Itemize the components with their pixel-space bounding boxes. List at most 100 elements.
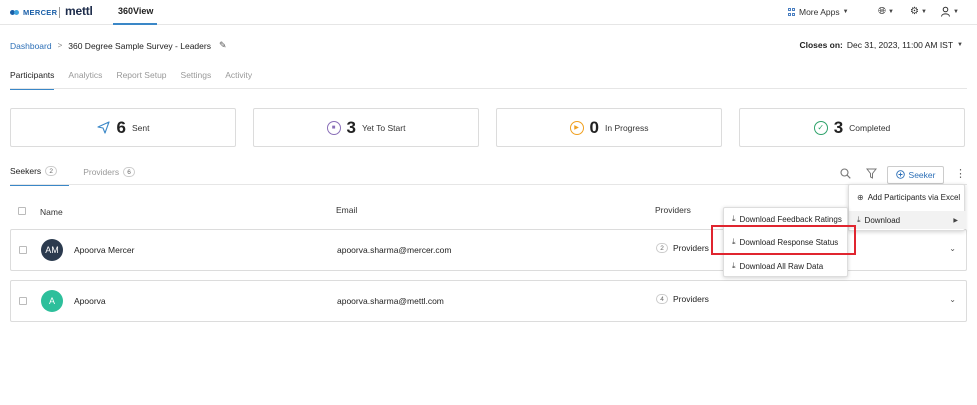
chevron-down-icon: ▼ <box>957 42 963 48</box>
subtab-seekers-label: Seekers <box>10 166 42 176</box>
stat-in-progress-count: 0 <box>589 117 599 137</box>
main-tabs: Participants Analytics Report Setup Sett… <box>10 70 252 90</box>
tab-participants[interactable]: Participants <box>10 70 55 90</box>
mercer-logo-text: MERCER <box>23 8 58 17</box>
chevron-down-icon: ▼ <box>842 9 849 15</box>
subtab-providers[interactable]: Providers 6 <box>83 166 136 186</box>
stat-completed-label: Completed <box>849 122 891 133</box>
chevron-down-icon: ▼ <box>953 8 959 15</box>
stat-card-yet-to-start: ■ 3 Yet To Start <box>253 108 479 147</box>
more-apps-label: More Apps <box>799 7 840 17</box>
download-label: Download <box>864 215 901 225</box>
avatar: A <box>41 290 63 312</box>
tab-activity[interactable]: Activity <box>225 70 252 90</box>
stat-sent-label: Sent <box>131 122 150 133</box>
chevron-right-icon: ▶ <box>953 217 958 224</box>
settings-button[interactable]: ⚙ ▼ <box>910 6 927 17</box>
column-header-name[interactable]: Name <box>40 207 63 217</box>
filter-icon[interactable] <box>865 168 878 182</box>
stat-card-in-progress: ▶ 0 In Progress <box>496 108 722 147</box>
breadcrumb-separator: > <box>57 41 63 50</box>
add-participants-excel-label: Add Participants via Excel <box>867 192 961 202</box>
download-raw-data-item[interactable]: ⤓ Download All Raw Data <box>724 257 849 275</box>
user-menu-button[interactable]: ▼ <box>940 6 959 17</box>
seeker-name: Apoorva Mercer <box>74 245 135 255</box>
logo-divider <box>59 7 60 18</box>
language-button[interactable]: 🌐︎ ▼ <box>878 6 894 17</box>
plus-circle-icon: ⊕ <box>857 192 864 202</box>
providers-count-badge: 6 <box>123 167 136 177</box>
mercer-logo-mark-icon <box>10 9 20 16</box>
app-name-tab[interactable]: 360View <box>118 6 153 16</box>
stat-sent-count: 6 <box>116 117 126 137</box>
breadcrumb: Dashboard > 360 Degree Sample Survey - L… <box>10 40 227 51</box>
participant-subtabs: Seekers 2 Providers 6 <box>10 166 136 186</box>
app-name-underline <box>113 23 157 25</box>
column-header-providers[interactable]: Providers <box>655 205 691 215</box>
closes-on-value: Dec 31, 2023, 11:00 AM IST <box>846 40 954 50</box>
closes-on-label: Closes on: <box>799 40 843 50</box>
tab-report-setup[interactable]: Report Setup <box>116 70 166 90</box>
providers-cell[interactable]: 2 Providers <box>656 243 709 253</box>
stat-completed-count: 3 <box>833 117 844 137</box>
provider-count-badge: 2 <box>656 243 668 253</box>
avatar: AM <box>41 239 63 261</box>
chevron-down-icon[interactable]: ⌄ <box>949 295 956 304</box>
mercer-logo: MERCER <box>10 8 57 17</box>
stat-card-sent: 6 Sent <box>10 108 236 147</box>
send-icon <box>97 121 111 135</box>
row-checkbox[interactable] <box>19 246 27 254</box>
tab-analytics[interactable]: Analytics <box>68 70 102 90</box>
pause-icon: ■ <box>326 120 341 135</box>
check-icon: ✓ <box>813 120 828 135</box>
tabs-divider <box>10 88 967 89</box>
stat-yet-to-start-label: Yet To Start <box>361 122 406 133</box>
download-raw-data-label: Download All Raw Data <box>739 261 824 271</box>
stat-card-completed: ✓ 3 Completed <box>739 108 965 147</box>
play-icon: ▶ <box>569 120 584 135</box>
chevron-down-icon: ▼ <box>888 8 894 15</box>
chevron-down-icon: ▼ <box>920 8 927 15</box>
closes-on-selector[interactable]: Closes on: Dec 31, 2023, 11:00 AM IST ▼ <box>799 40 963 50</box>
breadcrumb-dashboard-link[interactable]: Dashboard <box>10 41 52 51</box>
download-icon: ⤓ <box>857 215 861 224</box>
more-options-icon[interactable]: ⋮ <box>955 167 966 180</box>
mettl-logo: mettl <box>65 4 93 18</box>
globe-icon: 🌐︎ <box>878 6 886 17</box>
gear-icon: ⚙ <box>910 6 919 17</box>
provider-label: Providers <box>673 243 709 253</box>
survey-title: 360 Degree Sample Survey - Leaders <box>68 40 211 51</box>
add-participants-excel-item[interactable]: ⊕ Add Participants via Excel <box>849 188 966 206</box>
stat-yet-to-start-count: 3 <box>346 117 356 137</box>
download-feedback-ratings-label: Download Feedback Ratings <box>739 214 842 224</box>
subtab-seekers[interactable]: Seekers 2 <box>10 166 70 186</box>
row-checkbox[interactable] <box>19 297 27 305</box>
more-options-menu: ⊕ Add Participants via Excel ⤓ Download … <box>848 184 966 231</box>
seeker-email: apoorva.sharma@mercer.com <box>337 245 452 255</box>
chevron-down-icon[interactable]: ⌄ <box>949 244 956 253</box>
top-bar: MERCER mettl 360View More Apps ▼ 🌐︎ ▼ ⚙ ▼ … <box>0 0 977 25</box>
seekers-count-badge: 2 <box>45 166 58 176</box>
annotation-highlight-box <box>711 225 856 255</box>
add-seeker-button[interactable]: Seeker <box>887 166 944 184</box>
more-apps-button[interactable]: More Apps ▼ <box>788 7 849 17</box>
search-icon[interactable] <box>840 168 851 182</box>
download-icon: ⤓ <box>732 261 736 270</box>
seeker-email: apoorva.sharma@mettl.com <box>337 296 444 306</box>
provider-count-badge: 4 <box>656 294 668 304</box>
apps-grid-icon <box>788 8 796 16</box>
subtabs-divider <box>10 184 967 185</box>
table-row[interactable]: A Apoorva apoorva.sharma@mettl.com 4 Pro… <box>10 280 967 322</box>
plus-circle-icon <box>895 169 905 181</box>
stat-in-progress-label: In Progress <box>605 122 649 133</box>
column-header-email[interactable]: Email <box>336 205 357 215</box>
tab-settings[interactable]: Settings <box>181 70 212 90</box>
subtab-providers-label: Providers <box>83 167 120 177</box>
add-seeker-label: Seeker <box>908 170 936 180</box>
pencil-icon[interactable]: ✎ <box>219 40 227 51</box>
user-icon <box>941 6 950 17</box>
providers-cell[interactable]: 4 Providers <box>656 294 709 304</box>
download-menu-item[interactable]: ⤓ Download ▶ <box>849 211 966 229</box>
seeker-name: Apoorva <box>74 296 106 306</box>
select-all-checkbox[interactable] <box>18 207 26 215</box>
